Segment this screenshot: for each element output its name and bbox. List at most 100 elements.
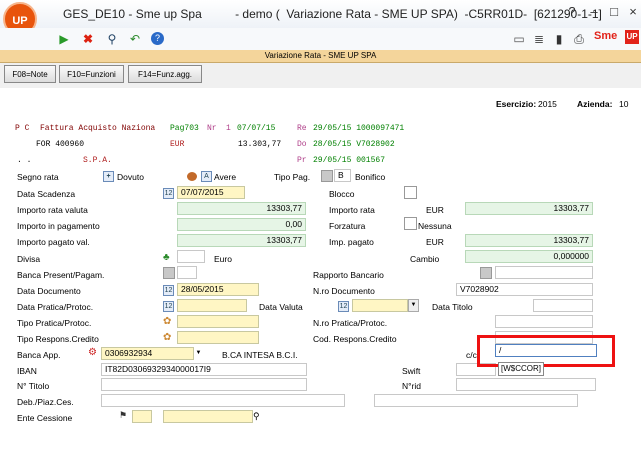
tipo-pag-field[interactable]: B: [334, 169, 351, 182]
cancel-icon[interactable]: ✖: [80, 31, 96, 47]
undo-icon[interactable]: ↶: [127, 31, 143, 47]
divisa-field[interactable]: [177, 250, 205, 263]
data-pratica-label: Data Pratica/Protoc.: [17, 302, 94, 312]
esercizio-label: Esercizio:: [496, 99, 537, 109]
data-valuta-dropdown-icon[interactable]: ▼: [408, 299, 419, 312]
banca-app-name: B.CA INTESA B.C.I.: [222, 350, 298, 360]
azienda-value: 10: [619, 99, 629, 109]
data-titolo-field[interactable]: [533, 299, 593, 312]
tipo-pag-lookup-icon[interactable]: [321, 170, 333, 182]
n-rid-label: N°rid: [402, 381, 421, 391]
cambio-field[interactable]: 0,000000: [465, 250, 593, 263]
window-icon[interactable]: ▭: [511, 31, 527, 47]
doc-re: 29/05/15 1000097471: [313, 124, 405, 133]
play-icon[interactable]: ▶: [56, 31, 72, 47]
doc-nr: 1: [226, 124, 231, 133]
cc-label: c/c: [466, 350, 477, 360]
data-pratica-field[interactable]: [177, 299, 247, 312]
currency-icon[interactable]: ♣: [163, 252, 174, 263]
bonifico-label: Bonifico: [355, 172, 386, 182]
banca-app-icon[interactable]: ⚙: [88, 347, 99, 358]
data-documento-label: Data Documento: [17, 286, 81, 296]
doc-amount: 13.303,77: [238, 140, 282, 149]
banca-present-lookup-icon[interactable]: [163, 267, 175, 279]
avere-sign[interactable]: A: [201, 171, 212, 182]
deb-piaz-field-2[interactable]: [374, 394, 578, 407]
calendar-icon-4[interactable]: 12: [338, 301, 349, 312]
data-scadenza-field[interactable]: 07/07/2015: [177, 186, 245, 199]
nro-documento-label: N.ro Documento: [313, 286, 375, 296]
ente-cessione-desc-field[interactable]: [163, 410, 253, 423]
forzatura-checkbox[interactable]: [404, 217, 417, 230]
importo-rata-valuta-field[interactable]: 13303,77: [177, 202, 306, 215]
n-rid-field[interactable]: [456, 378, 596, 391]
euro-label: Euro: [214, 254, 232, 264]
doc-for: FOR 400960: [36, 140, 85, 149]
nro-pratica-field[interactable]: [495, 315, 593, 328]
ente-cessione-search-icon[interactable]: ⚲: [253, 410, 264, 423]
doc-spa: S.P.A.: [83, 156, 112, 165]
ente-cessione-code-field[interactable]: [132, 410, 152, 423]
importo-pagamento-field[interactable]: 0,00: [177, 218, 306, 231]
tipo-respons-lookup-icon[interactable]: ✿: [163, 332, 174, 343]
banca-present-field[interactable]: [177, 266, 197, 279]
f14-funz-agg-button[interactable]: F14=Funz.agg.: [128, 65, 202, 83]
tipo-pratica-lookup-icon[interactable]: ✿: [163, 316, 174, 327]
data-scadenza-label: Data Scadenza: [17, 189, 76, 199]
doc-pc: P C: [15, 124, 30, 133]
swift-label: Swift: [402, 366, 421, 376]
importo-pagato-val-label: Importo pagato val.: [17, 237, 90, 247]
banca-app-field[interactable]: 0306932934: [101, 347, 194, 360]
doc-re-label: Re: [297, 124, 307, 133]
doc-do: 28/05/15 V7028902: [313, 140, 395, 149]
help-window-button[interactable]: ?: [561, 5, 583, 19]
f10-funzioni-button[interactable]: F10=Funzioni: [59, 65, 124, 83]
forzatura-label: Forzatura: [329, 221, 366, 231]
tipo-pratica-label: Tipo Pratica/Protoc.: [17, 318, 92, 328]
window-title: GES_DE10 - Sme up Spa - demo ( Variazion…: [63, 7, 602, 21]
importo-pagato-val-field[interactable]: 13303,77: [177, 234, 306, 247]
ente-cessione-label: Ente Cessione: [17, 413, 73, 423]
importo-rata-field[interactable]: 13303,77: [465, 202, 593, 215]
n-titolo-field[interactable]: [101, 378, 307, 391]
deb-piaz-field[interactable]: [101, 394, 345, 407]
banca-app-label: Banca App.: [17, 350, 61, 360]
iban-field[interactable]: IT82D0306932934000017I9: [101, 363, 307, 376]
blocco-checkbox[interactable]: [404, 186, 417, 199]
data-valuta-field[interactable]: [352, 299, 408, 312]
esercizio-value: 2015: [538, 99, 557, 109]
blocco-label: Blocco: [329, 189, 355, 199]
f08-note-button[interactable]: F08=Note: [4, 65, 56, 83]
data-valuta-label: Data Valuta: [259, 302, 303, 312]
importo-pagamento-label: Importo in pagamento: [17, 221, 100, 231]
dovuto-label: Dovuto: [117, 172, 144, 182]
nro-documento-field[interactable]: V7028902: [456, 283, 593, 296]
banca-present-label: Banca Present/Pagam.: [17, 270, 105, 280]
calendar-icon[interactable]: 12: [163, 188, 174, 199]
tipo-respons-field[interactable]: [177, 331, 259, 344]
calendar-icon-3[interactable]: 12: [163, 301, 174, 312]
doc-do-label: Do: [297, 140, 307, 149]
ente-cessione-icon[interactable]: ⚑: [119, 410, 130, 421]
calendar-icon-2[interactable]: 12: [163, 285, 174, 296]
divisa-label: Divisa: [17, 254, 41, 264]
doc-cur: EUR: [170, 140, 185, 149]
avere-toggle-icon[interactable]: [187, 172, 197, 181]
minimize-button[interactable]: –: [583, 5, 605, 19]
tipo-pratica-field[interactable]: [177, 315, 259, 328]
cambio-label: Cambio: [410, 254, 440, 264]
search-icon[interactable]: ⚲: [104, 31, 120, 47]
segno-rata-label: Segno rata: [17, 172, 59, 182]
azienda-label: Azienda:: [577, 99, 613, 109]
data-documento-field[interactable]: 28/05/2015: [177, 283, 259, 296]
rapporto-bancario-lookup-icon[interactable]: [480, 267, 492, 279]
imp-pagato-field[interactable]: 13303,77: [465, 234, 593, 247]
dovuto-sign[interactable]: +: [103, 171, 114, 182]
help-icon[interactable]: ?: [151, 32, 164, 45]
rapporto-bancario-field[interactable]: [495, 266, 593, 279]
close-button[interactable]: ×: [622, 5, 641, 19]
print-icon[interactable]: ⎙: [571, 31, 587, 47]
book-icon[interactable]: ▮: [551, 31, 567, 47]
list-icon[interactable]: ≣: [531, 31, 547, 47]
banca-app-dropdown-icon[interactable]: ▼: [194, 347, 203, 360]
